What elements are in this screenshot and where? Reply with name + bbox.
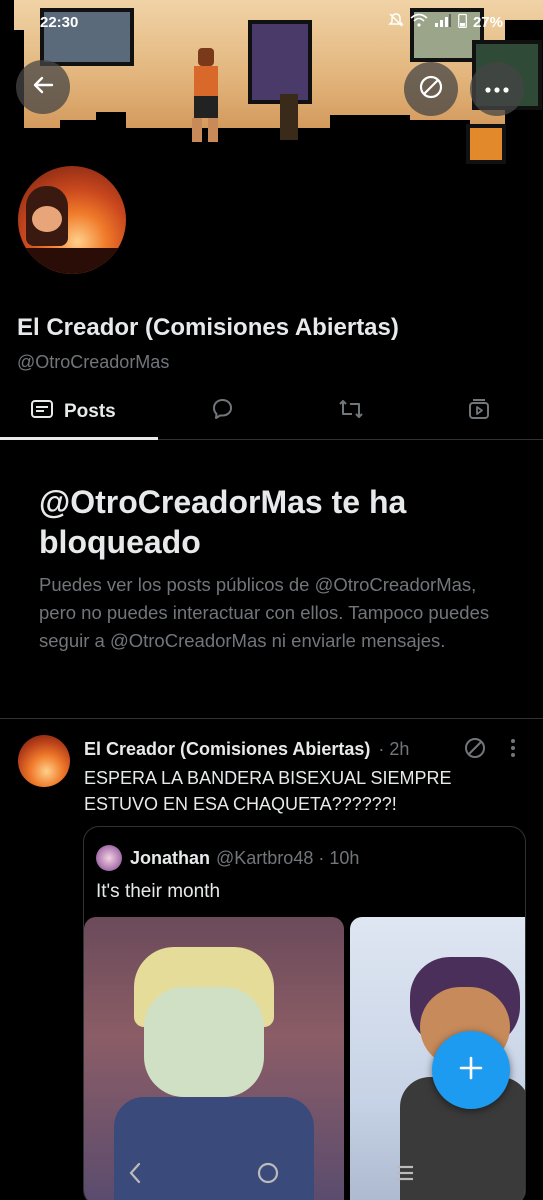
signal-icon	[434, 13, 452, 31]
quoted-post[interactable]: Jonathan @Kartbro48 · 10h It's their mon…	[83, 826, 526, 1200]
repost-icon	[338, 397, 364, 426]
media-icon	[467, 397, 491, 426]
nav-back-icon[interactable]	[127, 1162, 143, 1189]
mute-icon	[388, 12, 404, 32]
banner-character	[190, 48, 222, 144]
plus-icon	[458, 1055, 484, 1086]
more-horizontal-icon	[485, 80, 509, 98]
avatar-ground	[18, 248, 126, 274]
replies-icon	[210, 397, 234, 426]
banner-pixel	[96, 112, 126, 140]
post-more-icon[interactable]	[510, 738, 516, 763]
banner-pixel	[60, 120, 100, 140]
battery-icon	[458, 13, 467, 32]
image-face	[144, 987, 264, 1097]
profile-handle: @OtroCreadorMas	[17, 352, 170, 372]
quote-avatar[interactable]	[96, 845, 122, 871]
tab-posts-label: Posts	[64, 400, 116, 422]
post-time: · 2h	[378, 738, 410, 759]
status-bar: 22:30 27%	[0, 8, 543, 36]
posts-icon	[30, 398, 54, 425]
tab-posts[interactable]: Posts	[0, 384, 159, 440]
compose-button[interactable]	[432, 1031, 510, 1109]
post-avatar[interactable]	[18, 735, 70, 787]
nav-home-icon[interactable]	[256, 1161, 280, 1190]
banner-frame	[466, 124, 506, 164]
quote-author-name: Jonathan	[130, 847, 211, 868]
status-time: 22:30	[40, 13, 79, 31]
wifi-icon	[410, 13, 428, 31]
blocked-title: @OtroCreadorMas te ha bloqueado	[39, 484, 407, 560]
quote-text: It's their month	[96, 881, 221, 902]
tab-media[interactable]	[415, 384, 543, 439]
post-author[interactable]: El Creador (Comisiones Abiertas)	[84, 739, 370, 760]
profile-display-name: El Creador (Comisiones Abiertas)	[17, 314, 399, 341]
more-options-button[interactable]	[470, 62, 524, 116]
quote-handle: @Kartbro48 · 10h	[216, 847, 360, 868]
avatar-face	[32, 206, 62, 232]
blocked-description: Puedes ver los posts públicos de @OtroCr…	[39, 574, 490, 651]
post-text: ESPERA LA BANDERA BISEXUAL SIEMPRE ESTUV…	[84, 768, 452, 814]
tab-reposts[interactable]	[287, 384, 415, 439]
banner-pixel	[330, 115, 410, 140]
status-icons: 27%	[388, 12, 503, 32]
banner-pixel	[410, 120, 470, 140]
quote-header: Jonathan @Kartbro48 · 10h	[96, 845, 359, 871]
banner-post	[280, 94, 298, 140]
profile-avatar[interactable]	[14, 162, 130, 278]
block-icon	[463, 736, 487, 765]
nav-recents-icon[interactable]	[394, 1163, 416, 1188]
system-nav-bar	[0, 1150, 543, 1200]
tab-replies[interactable]	[158, 384, 286, 439]
blocked-indicator-button[interactable]	[404, 62, 458, 116]
profile-tabs: Posts	[0, 384, 543, 440]
battery-level: 27%	[472, 13, 503, 31]
divider	[0, 718, 543, 719]
block-icon	[418, 74, 444, 105]
arrow-left-icon	[32, 74, 54, 101]
back-button[interactable]	[16, 60, 70, 114]
post-header: El Creador (Comisiones Abiertas) · 2h	[84, 737, 524, 761]
